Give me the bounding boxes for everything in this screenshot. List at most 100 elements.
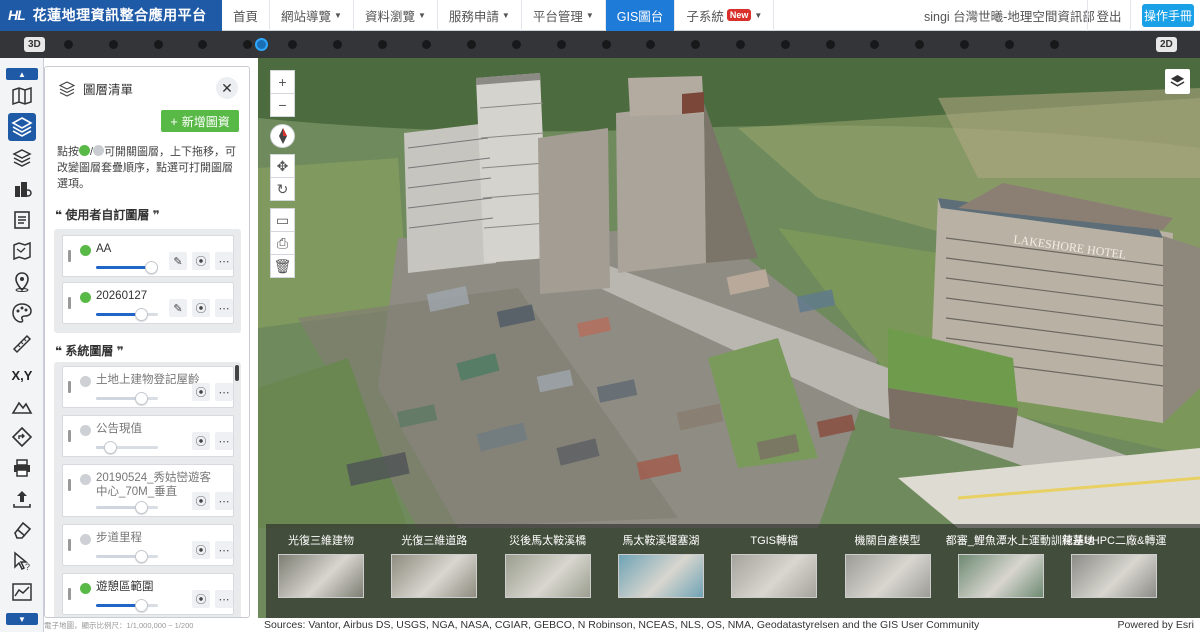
drag-handle[interactable] [68, 539, 71, 551]
drag-handle[interactable] [68, 430, 71, 442]
timeline-dot[interactable] [64, 40, 73, 49]
layer-stack-icon[interactable] [8, 144, 36, 172]
opacity-knob[interactable] [135, 392, 149, 405]
site-logo[interactable]: HL 花蓮地理資訊整合應用平台 [0, 0, 222, 31]
location-pin-icon[interactable]: ⦿ [192, 590, 210, 608]
ruler-icon[interactable] [8, 330, 36, 358]
rotate-icon[interactable]: ↻ [270, 177, 295, 201]
buildings-3d-icon[interactable] [8, 175, 36, 203]
nav-item-2[interactable]: 資料瀏覽 ▼ [354, 0, 438, 31]
compass-icon[interactable] [270, 124, 295, 148]
timeline-dot[interactable] [467, 40, 477, 49]
timeline-dot[interactable] [243, 40, 253, 49]
edit-icon[interactable]: ✎ [169, 252, 187, 270]
opacity-knob[interactable] [134, 308, 148, 321]
opacity-slider[interactable] [96, 308, 158, 321]
opacity-knob[interactable] [103, 441, 117, 454]
check-off-icon[interactable] [80, 474, 91, 485]
palette-icon[interactable] [8, 299, 36, 327]
drag-handle[interactable] [68, 250, 71, 262]
timeline-dot[interactable] [780, 40, 790, 49]
layer-row[interactable]: 20190524_秀姑巒遊客中心_70M_垂直 ⦿ ⋯ [62, 464, 234, 517]
more-icon[interactable]: ⋯ [215, 541, 233, 559]
timeline-dot[interactable] [736, 40, 745, 49]
basemap-layers-button[interactable] [1165, 69, 1190, 94]
more-icon[interactable]: ⋯ [215, 252, 233, 270]
opacity-knob[interactable] [135, 599, 149, 612]
timeline-dot[interactable] [556, 40, 566, 49]
drag-handle[interactable] [68, 479, 71, 491]
route-icon[interactable] [8, 423, 36, 451]
nav-item-6[interactable]: 子系統 New ▼ [675, 0, 775, 31]
more-icon[interactable]: ⋯ [215, 383, 233, 401]
nav-item-5[interactable]: GIS圖台 [605, 0, 676, 31]
drag-handle[interactable] [68, 381, 71, 393]
timeline-dot[interactable] [422, 40, 432, 49]
layers-icon[interactable] [8, 113, 36, 141]
check-on-icon[interactable] [80, 245, 91, 256]
check-off-icon[interactable] [80, 534, 91, 545]
layer-row[interactable]: AA ✎ ⦿ ⋯ [62, 235, 234, 277]
timeline-dot[interactable] [601, 40, 611, 49]
timeline-dot[interactable] [825, 40, 835, 49]
3d-mode-button[interactable]: 3D [24, 37, 45, 52]
timeline-dot[interactable] [108, 40, 118, 49]
model-thumbnail-card[interactable]: 光復三維建物 [266, 524, 376, 618]
timeline-dot[interactable] [198, 40, 208, 49]
profile-chart-icon[interactable] [8, 578, 36, 606]
terrain-icon[interactable] [8, 392, 36, 420]
nav-item-0[interactable]: 首頁 [222, 0, 271, 31]
timeline-dot[interactable] [288, 40, 297, 49]
opacity-knob[interactable] [135, 501, 149, 514]
timeline-dot[interactable] [1049, 40, 1059, 49]
xy-coordinate-icon[interactable]: X,Y [8, 361, 36, 389]
map-fold-icon[interactable] [8, 237, 36, 265]
drag-handle[interactable] [68, 588, 71, 600]
location-pin-icon[interactable]: ⦿ [192, 432, 210, 450]
timeline-dot[interactable] [377, 40, 387, 49]
upload-icon[interactable] [8, 485, 36, 513]
check-on-icon[interactable] [80, 292, 91, 303]
model-thumbnail-card[interactable]: 災後馬太鞍溪橋 [493, 524, 603, 618]
zoom-out-button[interactable]: − [270, 93, 295, 117]
pan-icon[interactable]: ✥ [270, 154, 295, 178]
timeline-dot[interactable] [691, 40, 701, 49]
model-thumbnail-card[interactable]: 光復三維道路 [379, 524, 489, 618]
opacity-slider[interactable] [96, 261, 158, 274]
timeline-dot[interactable] [153, 40, 163, 49]
logout-link[interactable]: 登出 [1087, 0, 1131, 31]
location-pin-icon[interactable]: ⦿ [192, 492, 210, 510]
opacity-knob[interactable] [144, 261, 158, 274]
more-icon[interactable]: ⋯ [215, 299, 233, 317]
more-icon[interactable]: ⋯ [215, 492, 233, 510]
model-thumbnail-card[interactable]: 花蓮UHPC二廠&轉運 [1059, 524, 1169, 618]
print-map-icon[interactable]: ⎙ [270, 231, 295, 255]
timeline-dot[interactable] [646, 40, 656, 49]
opacity-slider[interactable] [96, 392, 158, 405]
query-cursor-icon[interactable]: ? [8, 547, 36, 575]
timeline-dot[interactable] [870, 40, 880, 49]
nav-item-3[interactable]: 服務申請 ▼ [438, 0, 522, 31]
eraser-icon[interactable] [8, 516, 36, 544]
map-icon[interactable] [8, 82, 36, 110]
panel-close-button[interactable]: ✕ [216, 77, 238, 99]
ruler-map-icon[interactable]: ▭ [270, 208, 295, 232]
location-pin-icon[interactable]: ⦿ [192, 383, 210, 401]
timeline-dot[interactable] [915, 40, 925, 49]
timeline-dot[interactable] [512, 40, 521, 49]
layer-row[interactable]: 20260127 ✎ ⦿ ⋯ [62, 282, 234, 324]
edit-icon[interactable]: ✎ [169, 299, 187, 317]
2d-mode-button[interactable]: 2D [1156, 37, 1177, 52]
nav-item-4[interactable]: 平台管理 ▼ [522, 0, 606, 31]
location-pin-icon[interactable]: ⦿ [192, 541, 210, 559]
check-off-icon[interactable] [80, 376, 91, 387]
opacity-slider[interactable] [96, 599, 158, 612]
more-icon[interactable]: ⋯ [215, 590, 233, 608]
timeline-knob[interactable] [255, 38, 268, 51]
nav-item-1[interactable]: 網站導覽 ▼ [270, 0, 354, 31]
model-thumbnail-card[interactable]: 都審_鯉魚潭水上運動訓練基地 [946, 524, 1095, 618]
opacity-slider[interactable] [96, 550, 158, 563]
print-icon[interactable] [8, 454, 36, 482]
location-pin-icon[interactable] [8, 268, 36, 296]
powered-by-esri[interactable]: Powered by Esri [1118, 619, 1194, 631]
